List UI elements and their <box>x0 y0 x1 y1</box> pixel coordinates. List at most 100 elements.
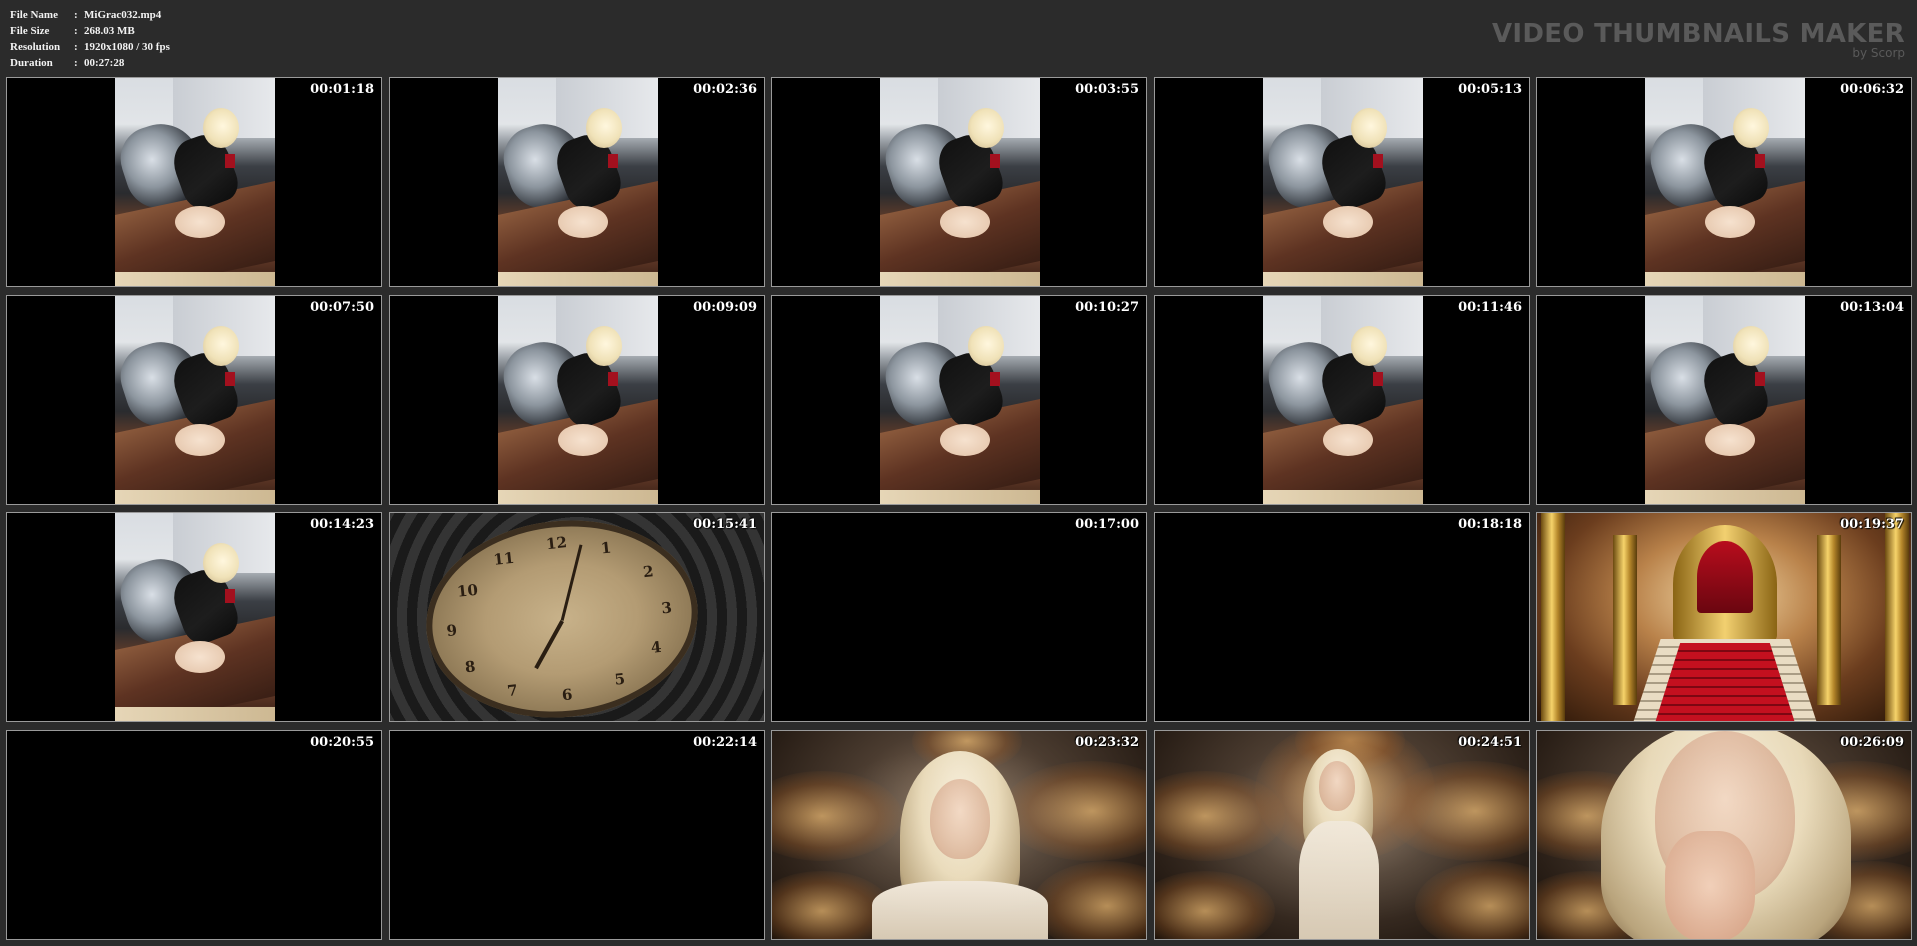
photo-legs <box>1705 424 1755 456</box>
timestamp: 00:18:18 <box>1458 517 1522 532</box>
thumbnail: 00:22:14 <box>389 730 765 940</box>
photo-red <box>1373 154 1383 168</box>
header: File Name : MiGrac032.mp4 File Size : 26… <box>0 0 1917 74</box>
throne-seat <box>1697 541 1753 613</box>
woman-frame <box>1537 731 1911 939</box>
thumbnail: 00:13:04 <box>1536 295 1912 505</box>
separator: : <box>74 9 78 21</box>
photo-red <box>608 372 618 386</box>
clock-number: 1 <box>599 538 613 558</box>
portrait-photo <box>498 296 658 504</box>
photo-hair <box>1733 326 1769 366</box>
thumbnail: 12 1 2 3 4 5 6 7 8 9 10 11 00:15:41 <box>389 512 765 722</box>
photo-floor <box>880 490 1040 504</box>
timestamp: 00:03:55 <box>1075 82 1139 97</box>
thumbnail: 00:20:55 <box>6 730 382 940</box>
woman-frame <box>772 731 1146 939</box>
light-veil <box>1537 731 1911 939</box>
photo-floor <box>498 490 658 504</box>
file-size-value: 268.03 MB <box>84 25 135 37</box>
portrait-photo <box>880 78 1040 286</box>
timestamp: 00:05:13 <box>1458 82 1522 97</box>
resolution-value: 1920x1080 / 30 fps <box>84 41 170 53</box>
timestamp: 00:01:18 <box>310 82 374 97</box>
separator: : <box>74 25 78 37</box>
separator: : <box>74 57 78 69</box>
resolution-row: Resolution : 1920x1080 / 30 fps <box>10 39 170 55</box>
portrait-photo <box>1263 296 1423 504</box>
thumbnail: 00:14:23 <box>6 512 382 722</box>
timestamp: 00:11:46 <box>1458 300 1522 315</box>
thumbnail: 00:05:13 <box>1154 77 1530 287</box>
photo-hair <box>203 108 239 148</box>
timestamp: 00:26:09 <box>1840 735 1904 750</box>
duration-label: Duration <box>10 57 53 69</box>
gold-pillar <box>1817 535 1841 705</box>
photo-red <box>225 589 235 603</box>
clock-number: 8 <box>464 657 477 677</box>
file-name-value: MiGrac032.mp4 <box>84 9 162 21</box>
portrait-photo <box>115 78 275 286</box>
photo-legs <box>558 206 608 238</box>
file-info: File Name : MiGrac032.mp4 File Size : 26… <box>10 7 170 71</box>
gold-pillar <box>1613 535 1637 705</box>
photo-hair <box>1733 108 1769 148</box>
photo-floor <box>1645 490 1805 504</box>
photo-legs <box>175 206 225 238</box>
timestamp: 00:02:36 <box>693 82 757 97</box>
file-size-label: File Size <box>10 25 50 37</box>
clock-number: 2 <box>642 562 655 582</box>
clock-number: 6 <box>561 685 574 705</box>
photo-floor <box>115 272 275 286</box>
clock-number: 7 <box>506 680 519 700</box>
photo-legs <box>1705 206 1755 238</box>
portrait-photo <box>1645 78 1805 286</box>
timestamp: 00:17:00 <box>1075 517 1139 532</box>
photo-floor <box>1263 490 1423 504</box>
light-veil <box>772 731 1146 939</box>
clock-number: 3 <box>660 598 673 618</box>
photo-floor <box>115 707 275 721</box>
light-veil <box>1155 731 1529 939</box>
file-name-row: File Name : MiGrac032.mp4 <box>10 7 170 23</box>
photo-floor <box>115 490 275 504</box>
portrait-photo <box>1263 78 1423 286</box>
clock-hour-hand <box>534 620 564 670</box>
photo-hair <box>586 108 622 148</box>
clock-number: 5 <box>613 669 626 689</box>
photo-floor <box>1645 272 1805 286</box>
timestamp: 00:20:55 <box>310 735 374 750</box>
clock-number: 12 <box>545 533 568 554</box>
portrait-photo <box>1645 296 1805 504</box>
thumbnail: 00:17:00 <box>771 512 1147 722</box>
duration-value: 00:27:28 <box>84 57 125 69</box>
thumbnail: 00:03:55 <box>771 77 1147 287</box>
brand-watermark: VIDEO THUMBNAILS MAKER by Scorp <box>1492 20 1905 59</box>
photo-red <box>608 154 618 168</box>
photo-floor <box>880 272 1040 286</box>
thumbnail-grid: 00:01:18 00:02:36 00:03:55 00:05:13 00:06:32… <box>6 77 1912 941</box>
woman-frame <box>1155 731 1529 939</box>
photo-hair <box>1351 326 1387 366</box>
file-name-label: File Name <box>10 9 58 21</box>
photo-red <box>1755 154 1765 168</box>
thumbnail: 00:26:09 <box>1536 730 1912 940</box>
portrait-photo <box>880 296 1040 504</box>
timestamp: 00:19:37 <box>1840 517 1904 532</box>
throne-frame <box>1537 513 1911 721</box>
timestamp: 00:24:51 <box>1458 735 1522 750</box>
photo-red <box>990 372 1000 386</box>
timestamp: 00:14:23 <box>310 517 374 532</box>
photo-hair <box>586 326 622 366</box>
photo-legs <box>940 206 990 238</box>
duration-row: Duration : 00:27:28 <box>10 55 170 71</box>
thumbnail: 00:06:32 <box>1536 77 1912 287</box>
thumbnail: 00:11:46 <box>1154 295 1530 505</box>
thumbnail: 00:24:51 <box>1154 730 1530 940</box>
timestamp: 00:07:50 <box>310 300 374 315</box>
timestamp: 00:22:14 <box>693 735 757 750</box>
photo-hair <box>968 108 1004 148</box>
thumbnail: 00:01:18 <box>6 77 382 287</box>
resolution-label: Resolution <box>10 41 61 53</box>
photo-hair <box>968 326 1004 366</box>
